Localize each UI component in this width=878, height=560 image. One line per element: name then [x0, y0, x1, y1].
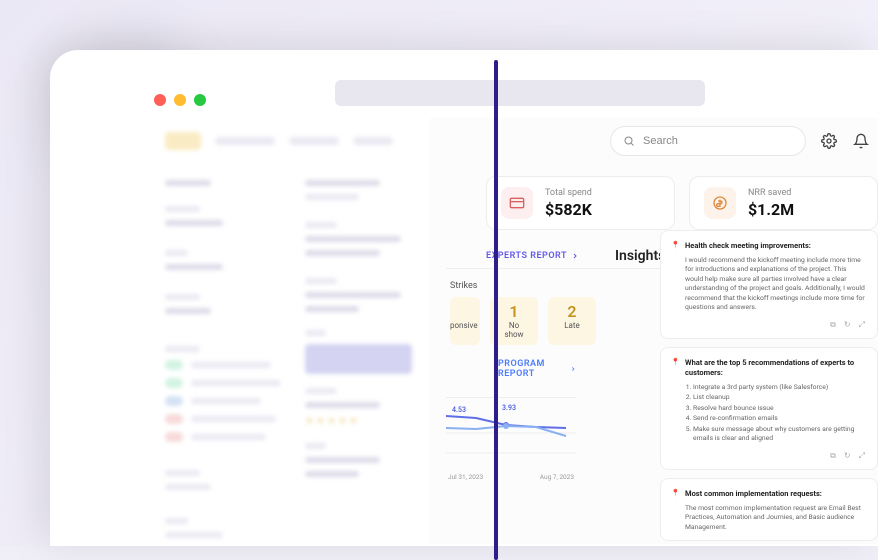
- insight-title: Health check meeting improvements:: [685, 241, 865, 252]
- copy-icon[interactable]: ⧉: [830, 319, 836, 330]
- metric-value: $1.2M: [748, 200, 794, 219]
- metric-total-spend: Total spend $582K: [486, 176, 675, 230]
- chevron-right-icon: [571, 252, 579, 260]
- insight-card: 📍 Health check meeting improvements: I w…: [660, 230, 878, 339]
- link-label: PROGRAM REPORT: [498, 359, 566, 379]
- tab-program-report[interactable]: PROGRAM REPORT: [498, 359, 576, 379]
- refresh-icon[interactable]: ↻: [844, 319, 851, 330]
- list-item: List cleanup: [693, 393, 865, 403]
- x-tick: Jul 31, 2023: [448, 473, 483, 481]
- notifications-button[interactable]: [852, 132, 870, 150]
- insight-title: What are the top 5 recommendations of ex…: [685, 358, 865, 379]
- search-field[interactable]: [643, 135, 793, 147]
- strike-value: 1: [500, 303, 528, 321]
- maximize-window-icon[interactable]: [194, 94, 206, 106]
- insight-card: 📍 Most common implementation requests: T…: [660, 478, 878, 541]
- insight-title: Most common implementation requests:: [685, 489, 865, 500]
- pin-icon: 📍: [671, 489, 680, 499]
- url-bar[interactable]: [335, 80, 705, 106]
- line-chart: 4.53 3.93 Jul 31, 2023 Aug 7, 2023: [446, 397, 576, 477]
- browser-chrome: [50, 50, 878, 118]
- strikes-title: Strikes: [450, 281, 576, 291]
- settings-button[interactable]: [820, 132, 838, 150]
- strike-label: ponsive: [450, 321, 470, 330]
- insight-body: The most common implementation request a…: [685, 504, 865, 533]
- window-controls: [154, 94, 206, 106]
- list-item: Integrate a 3rd party system (like Sales…: [693, 383, 865, 393]
- search-icon: [623, 135, 635, 147]
- chart-callout: 3.93: [502, 404, 516, 412]
- strike-item-responsive: ponsive: [450, 297, 480, 345]
- strike-value: 2: [558, 303, 586, 321]
- logo-placeholder: [165, 132, 201, 150]
- pin-icon: 📍: [671, 241, 680, 251]
- metric-nrr-saved: NRR saved $1.2M: [689, 176, 878, 230]
- chart-callout: 4.53: [452, 406, 466, 414]
- search-input[interactable]: [610, 126, 806, 156]
- list-item: Resolve hard bounce issue: [693, 404, 865, 414]
- tab-label: EXPERTS REPORT: [486, 251, 567, 261]
- minimize-window-icon[interactable]: [174, 94, 186, 106]
- list-item: Make sure message about why customers ar…: [693, 425, 865, 444]
- strikes-card: Strikes ponsive 1 No show 2: [450, 281, 576, 345]
- refresh-icon[interactable]: ↻: [844, 450, 851, 461]
- chevron-right-icon: [570, 365, 576, 373]
- bell-icon: [853, 133, 869, 149]
- insights-heading: Insights: [615, 248, 665, 264]
- credit-card-icon: [501, 187, 533, 219]
- copy-icon[interactable]: ⧉: [830, 450, 836, 461]
- strike-label: Late: [558, 321, 586, 330]
- wireframe-pane: [50, 118, 430, 544]
- expand-icon[interactable]: ⤢: [859, 319, 865, 330]
- strike-item-late: 2 Late: [548, 297, 596, 345]
- metric-label: Total spend: [545, 188, 592, 198]
- dollar-refresh-icon: [704, 187, 736, 219]
- close-window-icon[interactable]: [154, 94, 166, 106]
- comparison-divider[interactable]: [494, 60, 498, 560]
- insight-card: 📍 What are the top 5 recommendations of …: [660, 347, 878, 470]
- pin-icon: 📍: [671, 358, 680, 368]
- gear-icon: [821, 133, 837, 149]
- expand-icon[interactable]: ⤢: [859, 450, 865, 461]
- metric-label: NRR saved: [748, 188, 794, 198]
- insight-body: I would recommend the kickoff meeting in…: [685, 256, 865, 313]
- strike-label: No show: [500, 321, 528, 339]
- x-tick: Aug 7, 2023: [540, 473, 574, 481]
- tab-experts-report[interactable]: EXPERTS REPORT: [486, 251, 579, 261]
- metric-value: $582K: [545, 200, 592, 219]
- insight-list: Integrate a 3rd party system (like Sales…: [693, 383, 865, 444]
- list-item: Send re-confirmation emails: [693, 414, 865, 424]
